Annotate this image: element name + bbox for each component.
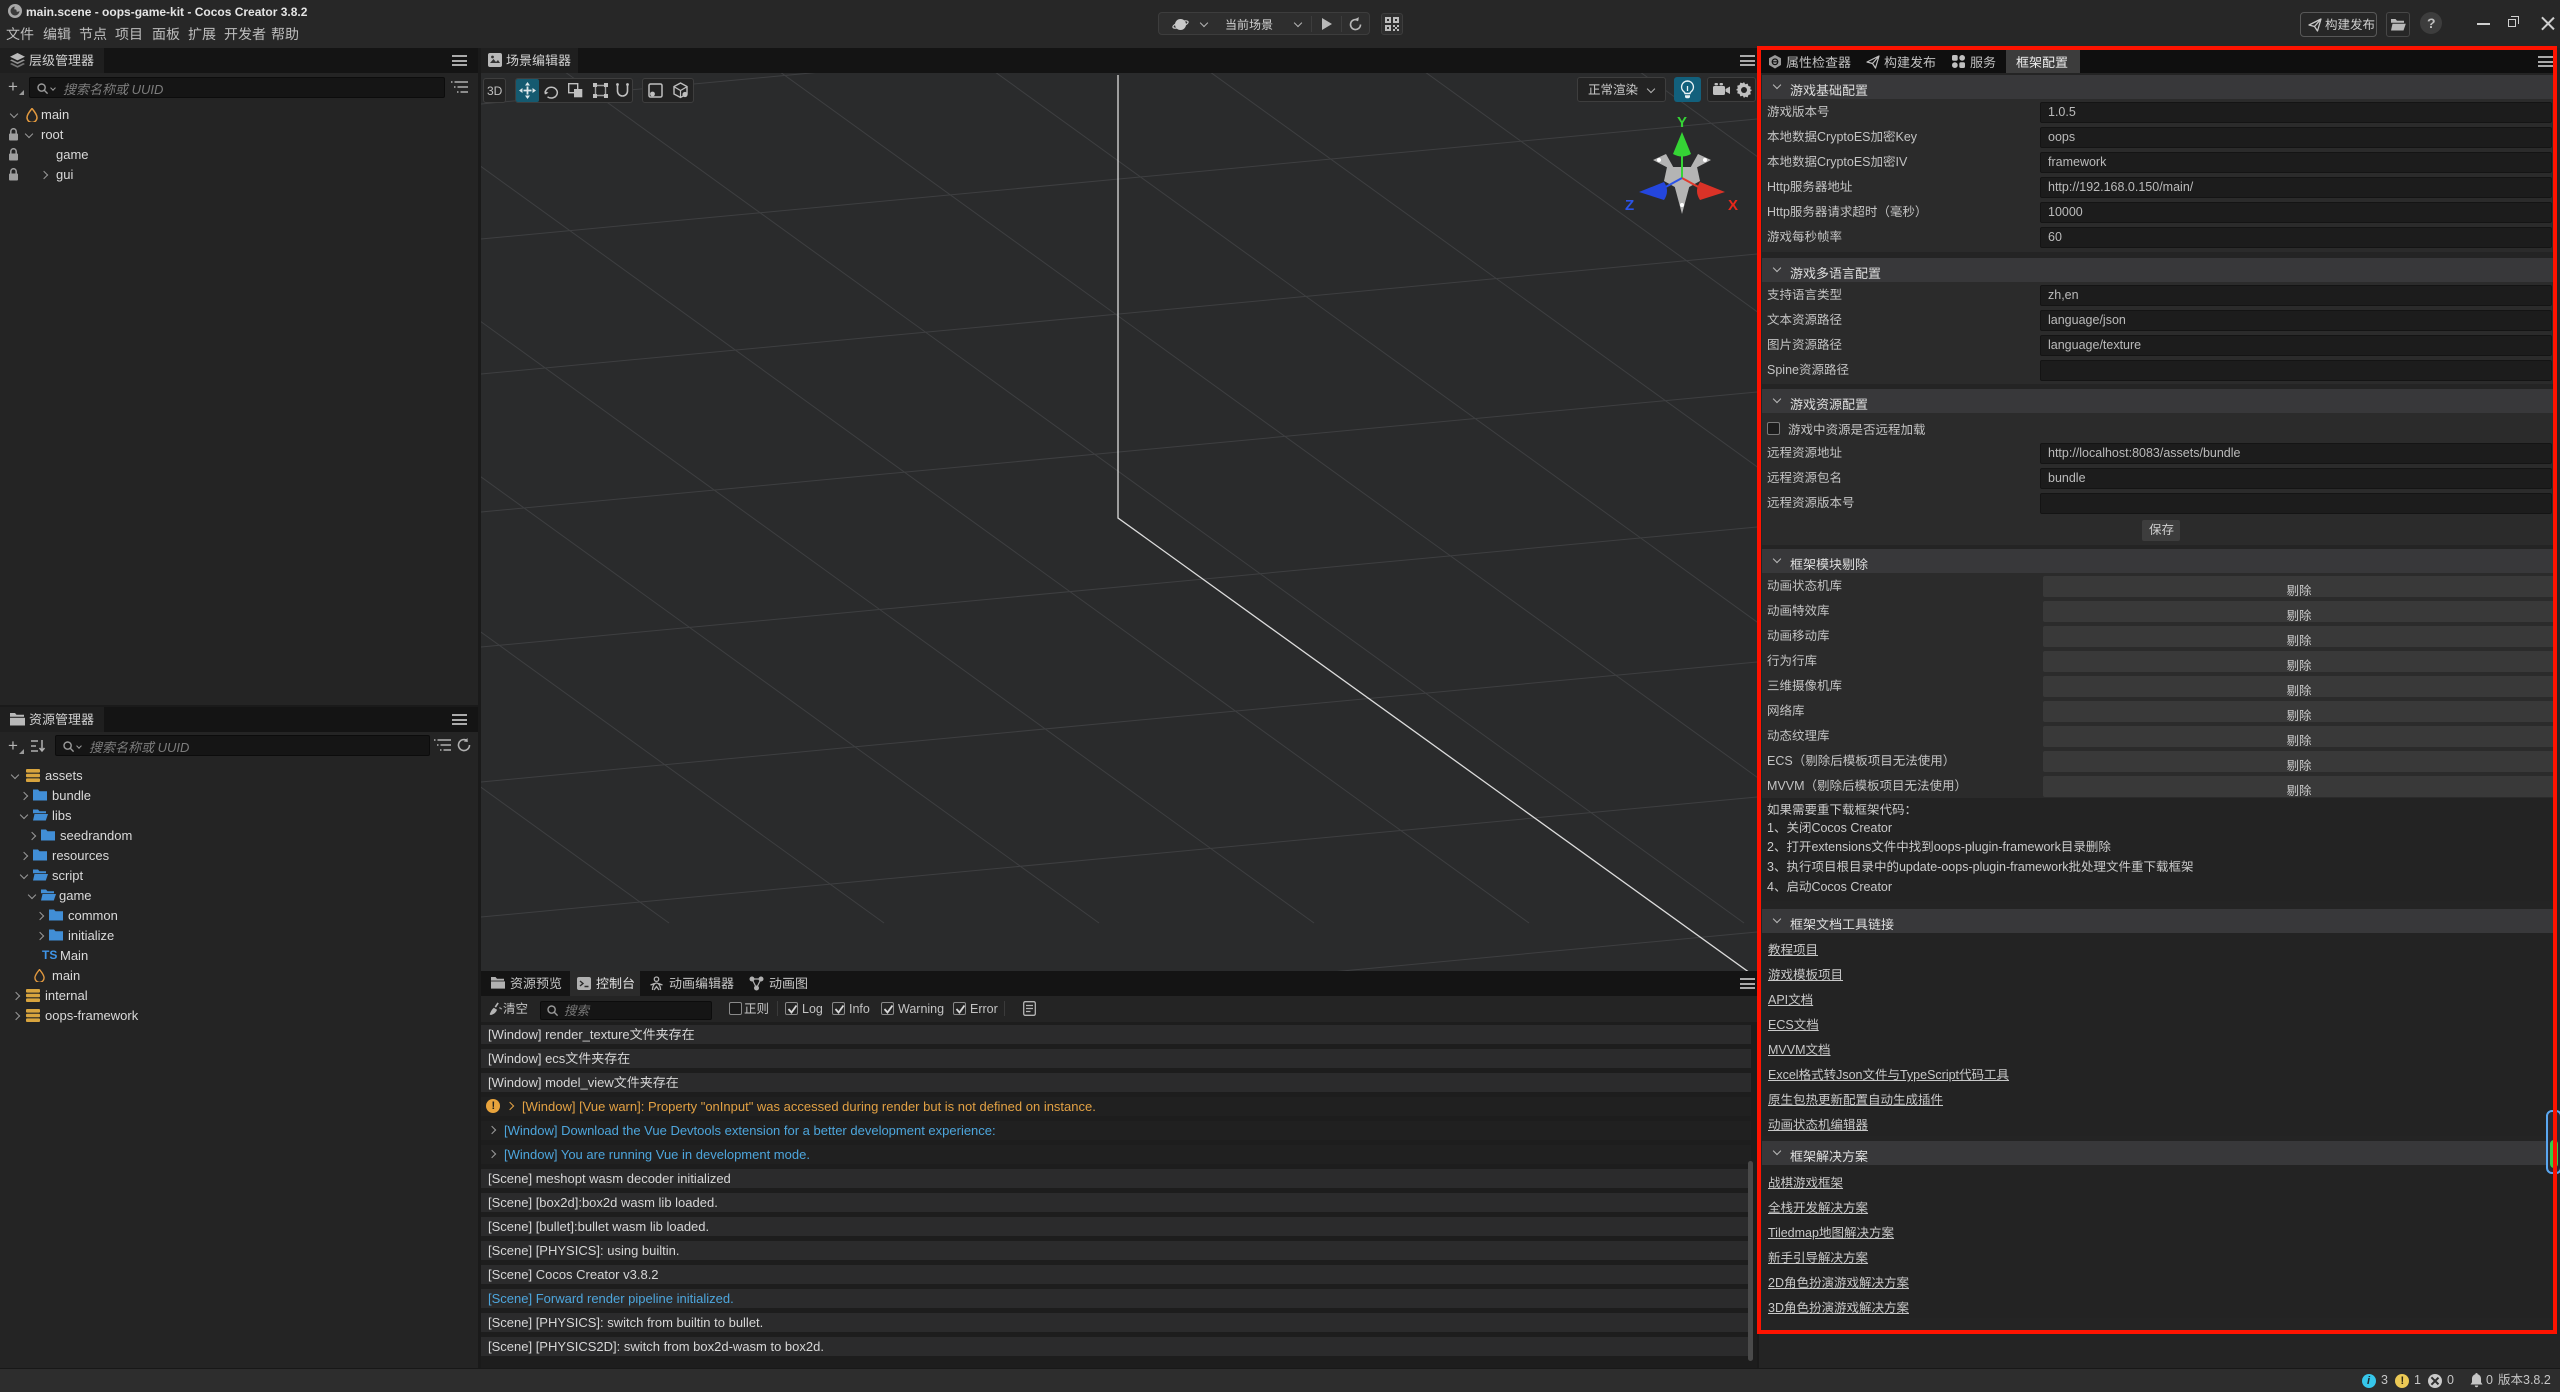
svg-text:Y: Y	[1677, 114, 1687, 131]
svg-text:Z: Z	[1625, 197, 1634, 214]
svg-text:X: X	[1728, 197, 1738, 214]
